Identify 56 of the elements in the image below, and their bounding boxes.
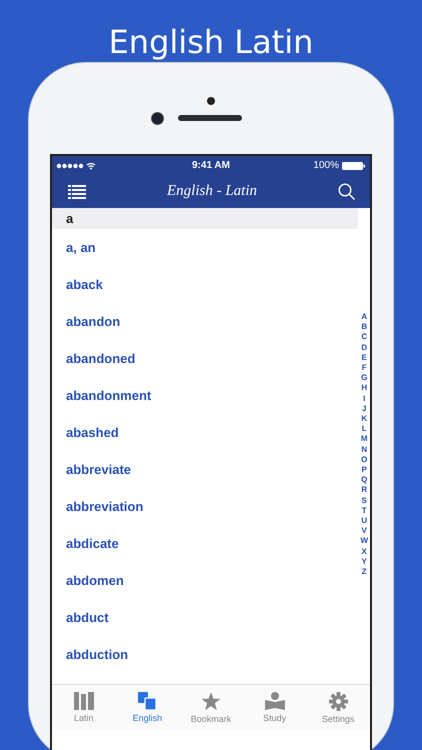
signal-icon <box>56 162 96 170</box>
index-letter[interactable]: F <box>362 363 367 374</box>
index-letter[interactable]: Q <box>361 475 368 486</box>
index-letter[interactable]: M <box>360 434 368 445</box>
star-icon <box>200 692 221 711</box>
index-letter[interactable]: P <box>362 465 367 476</box>
index-letter[interactable]: R <box>361 485 368 496</box>
index-letter[interactable]: A <box>361 312 368 322</box>
word-item[interactable]: abduct <box>52 599 348 636</box>
index-letter[interactable]: K <box>361 414 368 424</box>
books-icon <box>74 692 94 710</box>
index-letter[interactable]: G <box>361 373 368 384</box>
index-letter[interactable]: B <box>361 322 368 332</box>
index-letter[interactable]: Y <box>362 556 367 568</box>
index-letter[interactable]: L <box>362 424 367 434</box>
section-header: a <box>52 208 358 229</box>
word-item[interactable]: abandonment <box>52 377 348 414</box>
index-letter[interactable]: E <box>362 352 367 364</box>
word-item[interactable]: abbreviation <box>52 488 348 525</box>
cards-icon <box>138 692 156 710</box>
index-letter[interactable]: T <box>362 506 367 516</box>
index-letter[interactable]: W <box>360 536 368 547</box>
word-item[interactable]: aback <box>52 266 348 303</box>
index-letter[interactable]: Z <box>362 567 367 578</box>
tab[interactable]: English <box>116 685 180 729</box>
headline: English Latin <box>108 22 314 62</box>
reader-icon <box>264 692 285 710</box>
word-item[interactable]: abduction <box>52 636 348 673</box>
index-letter[interactable]: U <box>361 516 368 526</box>
index-letter[interactable]: J <box>362 404 366 414</box>
word-item[interactable]: abdomen <box>52 562 348 599</box>
word-item[interactable]: abandoned <box>52 340 348 377</box>
index-letter[interactable]: I <box>363 394 366 404</box>
word-item[interactable]: a, an <box>52 229 348 266</box>
index-letter[interactable]: H <box>361 383 368 394</box>
index-letter[interactable]: C <box>361 332 368 343</box>
camera-icon <box>150 112 164 124</box>
index-letter[interactable]: N <box>361 444 368 455</box>
battery-icon <box>342 160 366 170</box>
gear-icon <box>328 692 348 711</box>
search-icon[interactable] <box>338 182 356 200</box>
sensor-icon <box>207 97 215 105</box>
index-letter[interactable]: S <box>362 496 367 506</box>
word-item[interactable]: abashed <box>52 414 348 451</box>
battery-level: 100% <box>313 160 339 171</box>
word-item[interactable]: abandon <box>52 303 348 340</box>
menu-icon[interactable] <box>68 184 86 198</box>
word-item[interactable]: abbreviate <box>52 451 348 488</box>
index-letter[interactable]: D <box>361 342 368 353</box>
status-time: 9:41 AM <box>191 160 231 171</box>
index-letter[interactable]: V <box>362 526 367 536</box>
index-letter[interactable]: X <box>362 546 367 557</box>
word-item[interactable]: abdicate <box>52 525 348 562</box>
nav-title: English - Latin <box>166 183 257 200</box>
index-letter[interactable]: O <box>361 454 368 466</box>
speaker-icon <box>178 115 242 121</box>
